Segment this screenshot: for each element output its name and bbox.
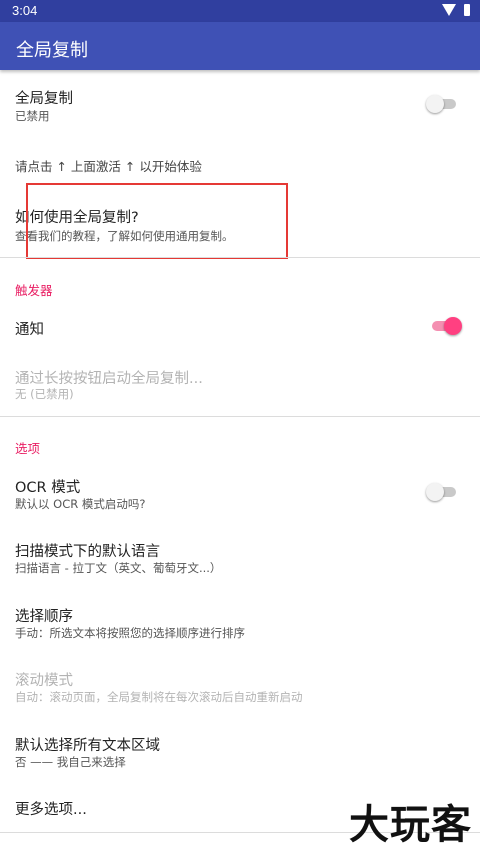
watermark-logo: 大玩客 <box>349 801 472 848</box>
app-bar-title: 全局复制 <box>16 40 88 61</box>
ocr-setting[interactable]: OCR 模式 默认以 OCR 模式启动吗? <box>0 462 480 522</box>
divider <box>0 416 480 417</box>
long-press-setting[interactable]: 通过长按按钮启动全局复制... 无 (已禁用) <box>0 356 480 412</box>
activation-hint: 请点击 ↑ 上面激活 ↑ 以开始体验 <box>0 140 480 184</box>
selection-order-summary: 手动：所选文本将按照您的选择顺序进行排序 <box>15 626 245 640</box>
battery-icon <box>464 4 470 16</box>
global-copy-switch[interactable] <box>426 94 460 114</box>
options-category-label: 选项 <box>15 441 41 456</box>
status-icons <box>442 4 470 16</box>
switch-thumb <box>444 317 462 335</box>
wifi-icon <box>442 4 456 16</box>
app-bar: 全局复制 <box>0 22 480 70</box>
default-language-title: 扫描模式下的默认语言 <box>15 544 160 560</box>
selection-order-setting[interactable]: 选择顺序 手动：所选文本将按照您的选择顺序进行排序 <box>0 592 480 652</box>
global-copy-setting[interactable]: 全局复制 已禁用 <box>0 72 480 140</box>
scroll-mode-setting[interactable]: 滚动模式 自动：滚动页面，全局复制将在每次滚动后自动重新启动 <box>0 657 480 717</box>
ocr-summary: 默认以 OCR 模式启动吗? <box>15 497 146 511</box>
status-bar: 3:04 <box>0 0 480 22</box>
more-options-title: 更多选项... <box>15 802 87 818</box>
select-all-summary: 否 —— 我自己来选择 <box>15 755 126 769</box>
highlight-box <box>26 183 288 259</box>
divider <box>0 257 480 258</box>
ocr-switch[interactable] <box>426 482 460 502</box>
notification-switch[interactable] <box>430 316 464 336</box>
switch-thumb <box>426 483 444 501</box>
status-time: 3:04 <box>12 3 38 18</box>
long-press-summary: 无 (已禁用) <box>15 387 74 401</box>
triggers-category-label: 触发器 <box>15 283 53 298</box>
selection-order-title: 选择顺序 <box>15 609 73 625</box>
global-copy-title: 全局复制 <box>15 91 73 107</box>
long-press-title: 通过长按按钮启动全局复制... <box>15 371 203 387</box>
select-all-title: 默认选择所有文本区域 <box>15 738 160 754</box>
notification-setting[interactable]: 通知 <box>0 302 480 352</box>
options-category: 选项 <box>0 428 480 458</box>
global-copy-summary: 已禁用 <box>15 109 50 123</box>
default-language-summary: 扫描语言 - 拉丁文（英文、葡萄牙文...） <box>15 561 222 575</box>
activation-hint-text: 请点击 ↑ 上面激活 ↑ 以开始体验 <box>15 159 202 174</box>
default-language-setting[interactable]: 扫描模式下的默认语言 扫描语言 - 拉丁文（英文、葡萄牙文...） <box>0 528 480 588</box>
triggers-category: 触发器 <box>0 270 480 300</box>
scroll-mode-summary: 自动：滚动页面，全局复制将在每次滚动后自动重新启动 <box>15 690 303 704</box>
notification-title: 通知 <box>15 322 44 338</box>
scroll-mode-title: 滚动模式 <box>15 673 73 689</box>
switch-thumb <box>426 95 444 113</box>
select-all-setting[interactable]: 默认选择所有文本区域 否 —— 我自己来选择 <box>0 722 480 782</box>
ocr-title: OCR 模式 <box>15 480 81 496</box>
